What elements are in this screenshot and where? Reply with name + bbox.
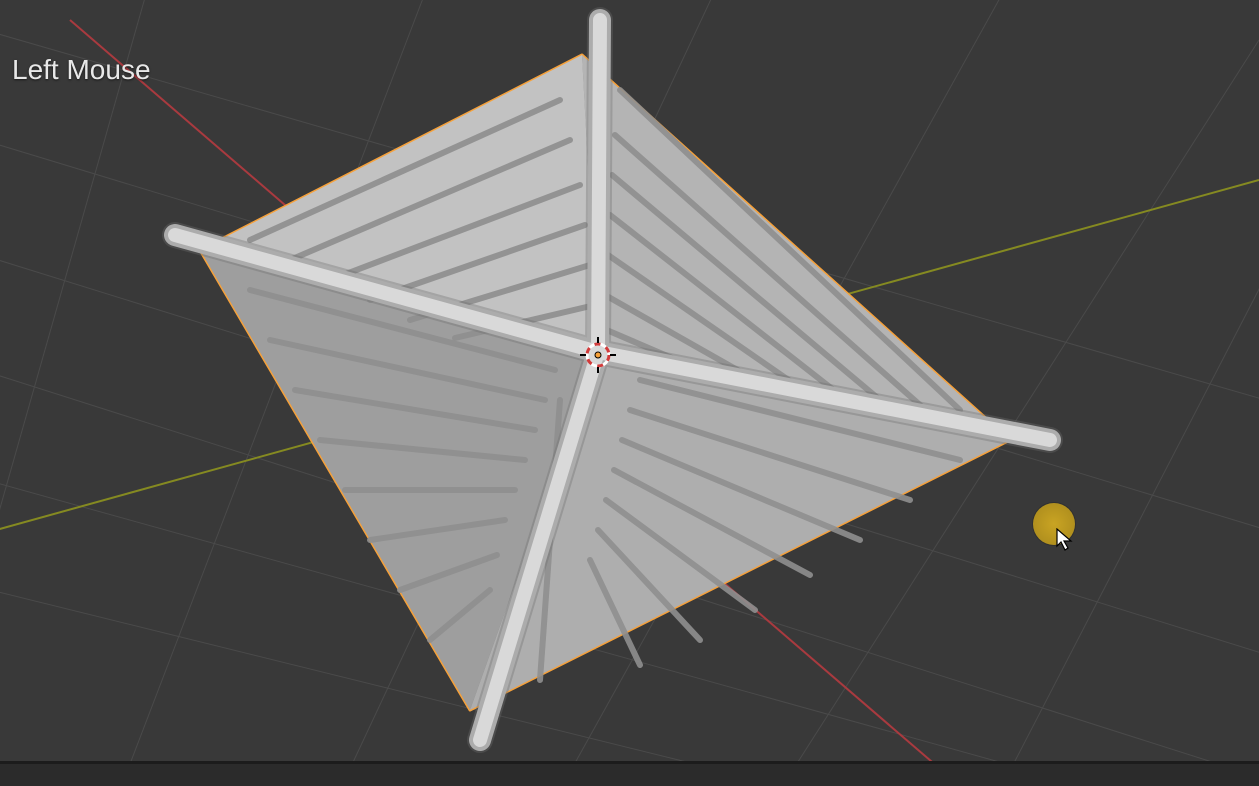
scene-canvas[interactable] (0, 0, 1259, 786)
mouse-cursor-icon (1056, 528, 1074, 552)
viewport-3d[interactable]: Left Mouse (0, 0, 1259, 786)
roof-object[interactable] (175, 20, 1050, 740)
input-overlay-label: Left Mouse (12, 54, 151, 86)
status-bar (0, 761, 1259, 786)
